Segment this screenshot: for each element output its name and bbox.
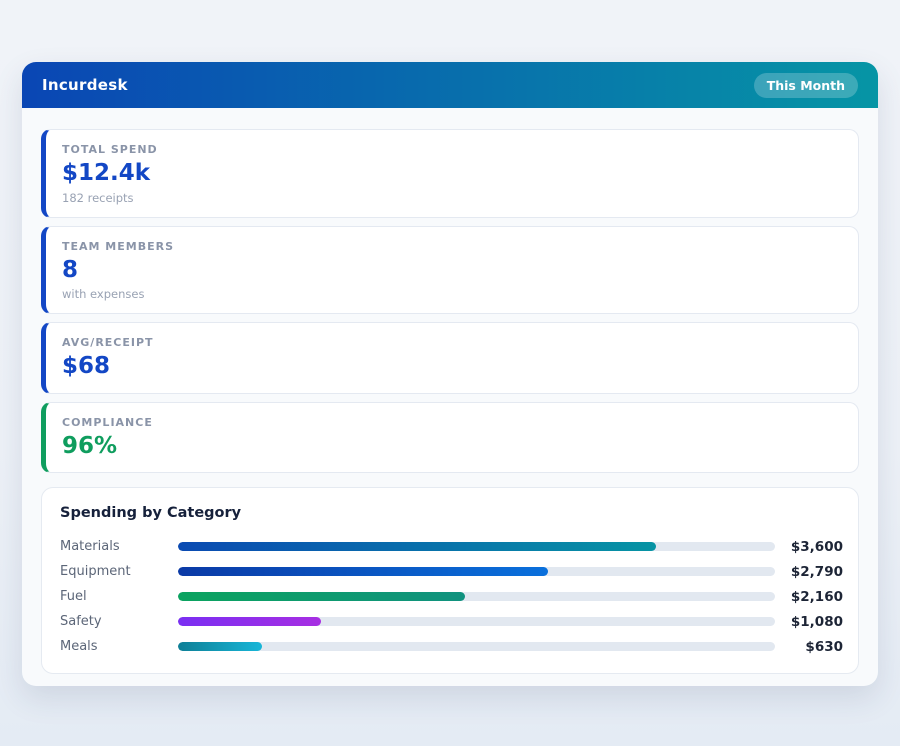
category-row: Meals $630 [58, 634, 843, 659]
stat-value: $68 [62, 353, 111, 380]
page-background: { "header": { "title": "Incurdesk", "bad… [0, 0, 900, 746]
bar-fill [178, 567, 549, 577]
category-row: Fuel $2,160 [58, 584, 843, 609]
stat-label: TEAM MEMBERS [62, 239, 175, 253]
bar-fill [178, 592, 465, 602]
bar-fill [178, 542, 656, 552]
category-value: $3,600 [790, 538, 843, 555]
category-label: Equipment [60, 564, 131, 580]
bar-fill [178, 617, 322, 627]
category-label: Safety [60, 614, 102, 630]
bar-track [178, 617, 775, 627]
category-row: Safety $1,080 [58, 609, 843, 634]
category-bar-list: Materials $3,600 Equipment $2,790 Fuel $2,160… [58, 534, 843, 659]
bar-track [178, 542, 775, 552]
category-row: Materials $3,600 [58, 534, 843, 559]
stat-subtext: 182 receipts [62, 190, 134, 205]
category-row: Equipment $2,790 [58, 559, 843, 584]
category-label: Fuel [60, 589, 87, 605]
category-value: $1,080 [790, 613, 843, 630]
stat-label: AVG/RECEIPT [62, 336, 154, 350]
category-label: Meals [60, 639, 98, 655]
stat-value: 8 [62, 256, 79, 283]
category-value: $630 [805, 638, 843, 655]
widget-header: Incurdesk This Month [22, 62, 878, 108]
stat-card-team-members: TEAM MEMBERS 8 with expenses [41, 225, 859, 315]
stat-card-avg-receipt: AVG/RECEIPT $68 [41, 322, 859, 394]
category-label: Materials [60, 539, 120, 555]
spending-by-category-card: Spending by Category Materials $3,600 Equi… [41, 487, 859, 675]
bar-track [178, 642, 775, 652]
widget-body: TOTAL SPEND $12.4k 182 receipts TEAM MEM… [22, 108, 878, 675]
stat-label: COMPLIANCE [62, 415, 153, 429]
stat-value: 96% [62, 432, 118, 459]
stat-card-total-spend: TOTAL SPEND $12.4k 182 receipts [41, 129, 859, 218]
section-title: Spending by Category [60, 505, 242, 522]
stat-card-compliance: COMPLIANCE 96% [41, 401, 859, 474]
category-value: $2,160 [790, 588, 843, 605]
bar-fill [178, 642, 262, 652]
stat-label: TOTAL SPEND [62, 143, 158, 156]
category-value: $2,790 [790, 563, 843, 580]
dashboard-widget: Incurdesk This Month TOTAL SPEND $12.4k … [22, 62, 878, 686]
app-title: Incurdesk [42, 76, 128, 94]
period-badge[interactable]: This Month [753, 72, 858, 98]
bar-track [178, 567, 775, 577]
stat-subtext: with expenses [62, 287, 145, 302]
bar-track [178, 592, 775, 602]
stat-value: $12.4k [62, 160, 151, 186]
